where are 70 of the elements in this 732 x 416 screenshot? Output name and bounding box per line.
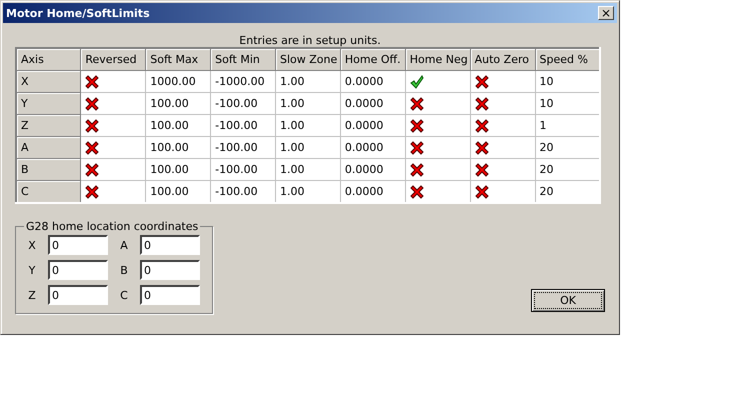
- table-cell[interactable]: 1.00: [276, 92, 340, 114]
- table-cell[interactable]: 0.0000: [340, 158, 406, 180]
- table-cell[interactable]: 1.00: [276, 136, 340, 158]
- table-cell[interactable]: 1.00: [276, 70, 340, 92]
- cross-icon[interactable]: [85, 74, 100, 88]
- input-field[interactable]: 0: [48, 235, 108, 255]
- window-title: Motor Home/SoftLimits: [6, 6, 150, 20]
- cross-icon[interactable]: [474, 118, 489, 132]
- table-cell[interactable]: 100.00: [146, 136, 211, 158]
- field-label: B: [119, 264, 129, 276]
- column-header: Auto Zero: [470, 48, 535, 70]
- input-field[interactable]: 0: [140, 260, 200, 280]
- cross-icon[interactable]: [85, 140, 100, 154]
- cross-icon[interactable]: [410, 140, 424, 154]
- cross-icon[interactable]: [410, 184, 424, 198]
- table-cell[interactable]: 1.00: [276, 114, 340, 136]
- cross-icon[interactable]: [474, 140, 489, 154]
- group-title: G28 home location coordinates: [25, 220, 200, 233]
- input-field[interactable]: 0: [140, 285, 200, 305]
- table-cell[interactable]: 0.0000: [340, 114, 406, 136]
- cross-icon[interactable]: [85, 162, 100, 176]
- cross-icon[interactable]: [474, 74, 489, 88]
- row-header: Y: [16, 92, 81, 114]
- table-cell[interactable]: 1.00: [276, 158, 340, 180]
- row-header: B: [16, 158, 81, 180]
- check-icon[interactable]: [410, 74, 424, 88]
- cross-icon[interactable]: [474, 162, 489, 176]
- table-cell[interactable]: 0.0000: [340, 92, 406, 114]
- field-label: Z: [27, 288, 37, 302]
- field-label: Y: [28, 264, 36, 276]
- input-field[interactable]: 0: [48, 285, 108, 305]
- row-header: X: [16, 70, 81, 92]
- cross-icon[interactable]: [85, 96, 100, 110]
- table-cell[interactable]: -100.00: [210, 92, 276, 114]
- column-header: Speed %: [535, 48, 600, 70]
- column-header: Soft Min: [210, 48, 276, 70]
- field-label: A: [119, 238, 129, 252]
- column-header: Home Off.: [340, 48, 406, 70]
- table-cell[interactable]: -100.00: [210, 158, 276, 180]
- cross-icon[interactable]: [85, 118, 100, 132]
- cross-icon[interactable]: [410, 162, 424, 176]
- cross-icon[interactable]: [410, 118, 424, 132]
- table-cell[interactable]: -100.00: [210, 114, 276, 136]
- cross-icon[interactable]: [474, 96, 489, 110]
- field-label: C: [119, 288, 129, 302]
- ok-button[interactable]: OK: [531, 289, 605, 312]
- table-cell[interactable]: -1000.00: [210, 70, 276, 92]
- table-cell[interactable]: -100.00: [210, 136, 276, 158]
- cross-icon[interactable]: [410, 96, 424, 110]
- column-header: Home Neg: [405, 48, 470, 70]
- column-header: Reversed: [80, 48, 146, 70]
- table-cell[interactable]: 0.0000: [340, 136, 406, 158]
- units-note: Entries are in setup units.: [238, 34, 382, 47]
- table-cell[interactable]: 100.00: [146, 114, 211, 136]
- cross-icon[interactable]: [474, 184, 489, 198]
- column-header: Slow Zone: [276, 48, 340, 70]
- table-cell[interactable]: 0.0000: [340, 70, 406, 92]
- column-header: Soft Max: [146, 48, 211, 70]
- field-label: X: [27, 238, 37, 252]
- close-button[interactable]: ×: [598, 6, 614, 20]
- cross-icon[interactable]: [85, 184, 100, 198]
- table-cell[interactable]: 1000.00: [146, 70, 211, 92]
- row-header: A: [16, 136, 81, 158]
- input-field[interactable]: 0: [140, 235, 200, 255]
- row-header: Z: [16, 114, 81, 136]
- column-header: Axis: [16, 48, 81, 70]
- row-header: C: [16, 180, 81, 203]
- table-cell[interactable]: 100.00: [146, 158, 211, 180]
- input-field[interactable]: 0: [48, 260, 108, 280]
- table-cell[interactable]: 100.00: [146, 92, 211, 114]
